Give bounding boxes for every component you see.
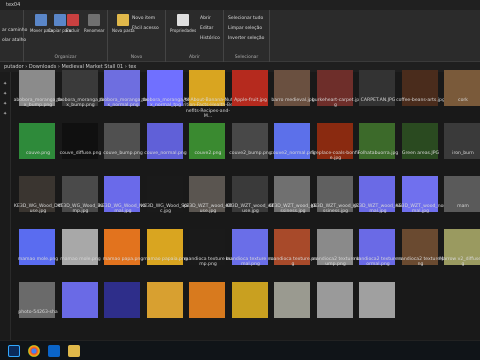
file-thumbnail	[104, 282, 140, 318]
file-item[interactable]	[353, 272, 403, 338]
file-thumbnail	[231, 282, 268, 318]
file-thumbnail	[274, 282, 310, 318]
invert-selection-button[interactable]: Inverter seleção	[228, 36, 264, 41]
select-group: Selecionar tudo Limpar seleção Inverter …	[224, 10, 270, 62]
delete-button[interactable]: Excluir	[66, 14, 79, 33]
new-group: Nova pasta Novo item Fácil acesso Novo	[108, 10, 166, 62]
pin-icon[interactable]: ✦	[3, 92, 8, 97]
properties-label: Propriedades	[170, 28, 197, 33]
file-name: cork	[458, 98, 468, 103]
file-name: Marrow v2_diffuse.jpg	[439, 257, 480, 268]
file-name: iron_burn	[452, 151, 474, 156]
window-title: tex04	[0, 0, 480, 10]
organize-group: Mover para Copiar para Excluir Renomear …	[24, 10, 108, 62]
delete-label: Excluir	[66, 28, 80, 33]
open-group: Propriedades Abrir Editar Histórico Abri…	[166, 10, 224, 62]
pin-icon[interactable]: ✦	[3, 102, 8, 107]
edit-button[interactable]: Editar	[200, 26, 213, 31]
file-thumbnail	[316, 282, 353, 318]
file-thumbnail	[146, 282, 183, 318]
select-none-button[interactable]: Limpar seleção	[228, 26, 262, 31]
file-grid: abobora_moranga_tex_bump.png abobora_mora…	[13, 60, 480, 340]
rename-label: Renomear	[84, 28, 105, 33]
properties-button[interactable]: Propriedades	[170, 14, 196, 33]
move-icon	[35, 14, 48, 26]
file-name: mam	[457, 204, 469, 209]
history-button[interactable]: Histórico	[200, 36, 220, 41]
file-thumbnail	[61, 282, 98, 318]
paste-shortcut-link[interactable]: olar atalho	[2, 38, 26, 43]
rename-button[interactable]: Renomear	[84, 14, 105, 33]
new-item-button[interactable]: Novo item	[132, 16, 155, 21]
clipboard-links-group: ar caminho olar atalho	[0, 10, 27, 62]
file-explorer-icon[interactable]	[68, 345, 80, 357]
pin-icon[interactable]: ✦	[3, 112, 8, 117]
easy-access-button[interactable]: Fácil acesso	[132, 26, 159, 31]
select-all-button[interactable]: Selecionar tudo	[228, 16, 263, 21]
taskbar	[0, 340, 480, 360]
navigation-pane: ✦ ✦ ✦ ✦	[0, 72, 11, 340]
open-button[interactable]: Abrir	[200, 16, 211, 21]
vscode-icon[interactable]	[48, 345, 60, 357]
folder-icon	[117, 14, 130, 26]
file-thumbnail	[359, 282, 395, 318]
copy-icon	[53, 14, 66, 26]
file-item[interactable]: Marrow v2_diffuse.jpg	[438, 219, 480, 285]
chrome-icon[interactable]	[28, 345, 40, 357]
delete-icon	[66, 14, 79, 26]
file-thumbnail	[189, 282, 225, 318]
pin-icon[interactable]: ✦	[3, 82, 8, 87]
properties-icon	[177, 14, 190, 26]
photoshop-icon[interactable]	[8, 345, 20, 357]
rename-icon	[88, 14, 101, 26]
ribbon: ar caminho olar atalho Mover para Copiar…	[0, 10, 480, 62]
